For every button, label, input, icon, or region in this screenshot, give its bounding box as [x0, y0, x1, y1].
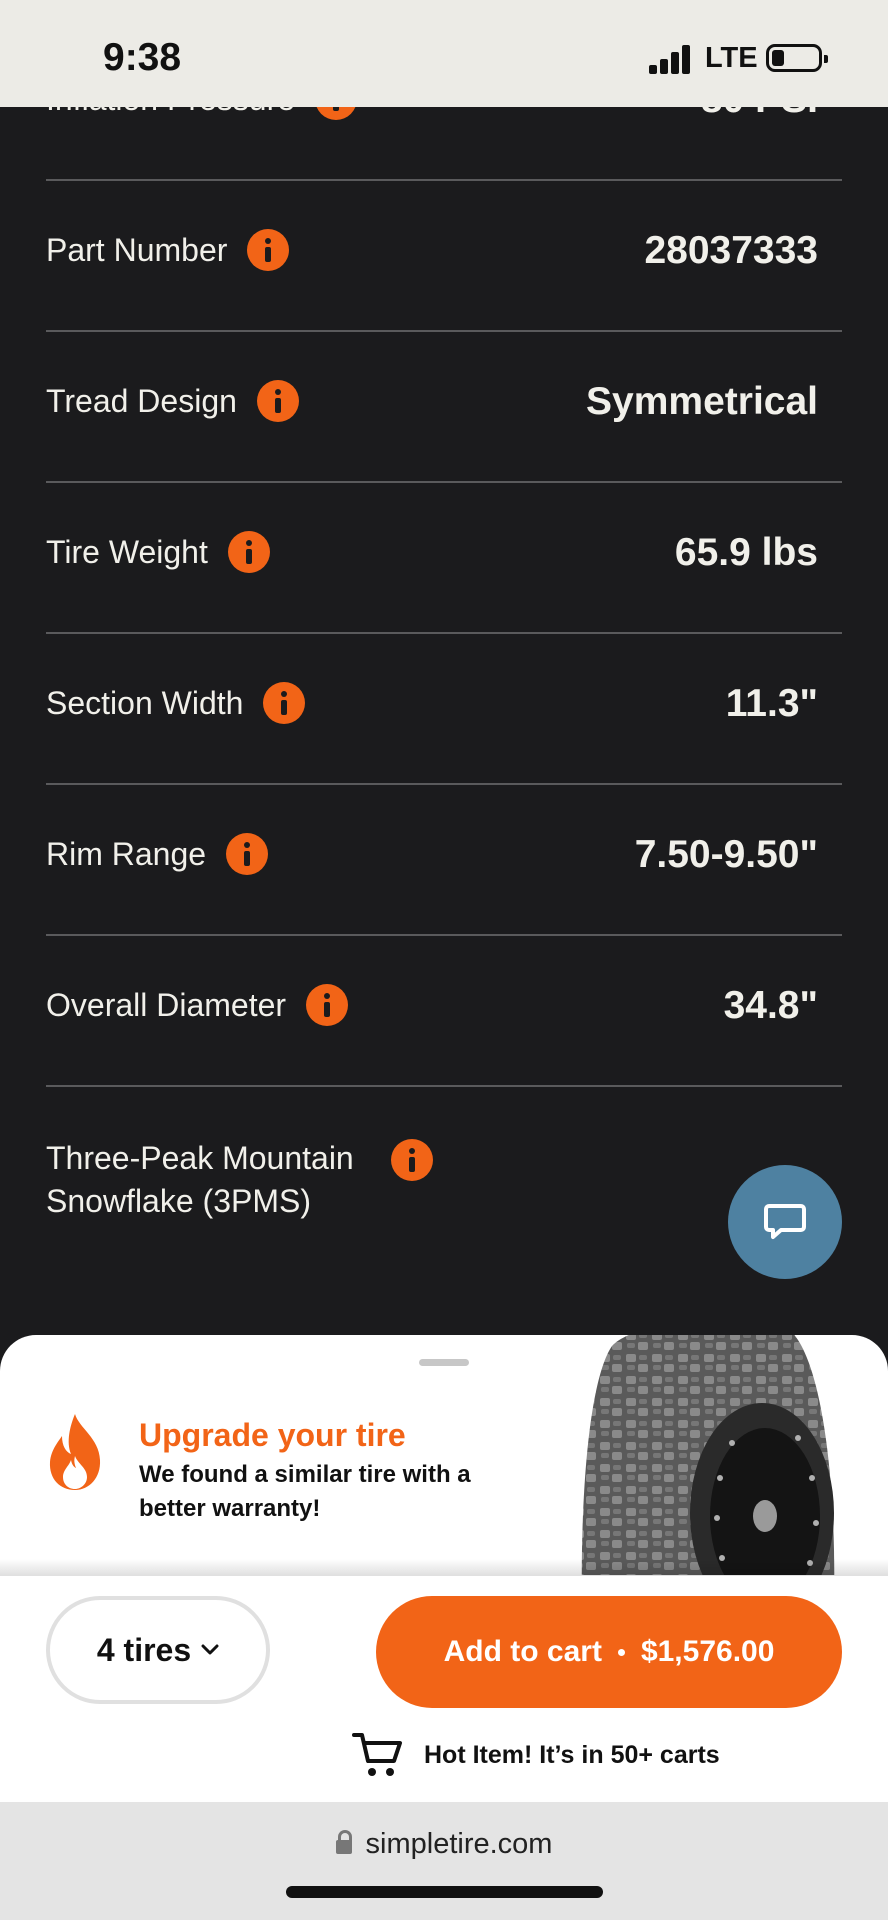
chevron-down-icon — [201, 1644, 219, 1655]
spec-row-3pms: Three-Peak Mountain Snowflake (3PMS) — [46, 1087, 842, 1287]
upgrade-sheet[interactable]: Upgrade your tire We found a similar tir… — [0, 1335, 888, 1575]
quantity-label: 4 tires — [96, 1631, 192, 1668]
sheet-shadow — [0, 1559, 888, 1575]
status-bar: 9:38 LTE — [0, 0, 888, 107]
spec-row-part-number: Part Number 28037333 — [46, 181, 842, 332]
home-indicator[interactable] — [286, 1886, 603, 1898]
spec-row-overall-diameter: Overall Diameter 34.8" — [46, 936, 842, 1087]
spec-value: Symmetrical — [586, 380, 818, 423]
spec-label: Three-Peak Mountain Snowflake (3PMS) — [46, 1140, 354, 1219]
separator-dot — [617, 1648, 625, 1656]
tire-image[interactable] — [572, 1335, 842, 1575]
info-icon[interactable] — [226, 832, 269, 875]
spec-label: Part Number — [46, 228, 290, 274]
info-icon[interactable] — [247, 228, 290, 271]
chat-button[interactable] — [728, 1165, 842, 1279]
address-display[interactable]: simpletire.com — [0, 1828, 888, 1861]
add-to-cart-button[interactable]: Add to cart $1,576.00 — [376, 1596, 842, 1708]
info-icon[interactable] — [256, 379, 299, 422]
spec-value: 34.8" — [723, 984, 818, 1027]
chat-bubble-icon — [764, 1204, 806, 1239]
browser-address-bar[interactable]: simpletire.com — [0, 1802, 888, 1920]
spec-label: Tire Weight — [46, 530, 270, 576]
info-icon[interactable] — [263, 681, 306, 724]
spec-value: 11.3" — [725, 682, 818, 725]
purchase-bar: 4 tires Add to cart $1,576.00 Hot Item! … — [0, 1575, 888, 1803]
spec-row-tread-design: Tread Design Symmetrical — [46, 332, 842, 483]
spec-list: Inflation Pressure 80 PSI Part Number 28… — [46, 30, 842, 1287]
spec-row-tire-weight: Tire Weight 65.9 lbs — [46, 483, 842, 634]
cellular-signal-icon — [649, 44, 691, 74]
domain-text: simpletire.com — [365, 1828, 553, 1860]
spec-label: Tread Design — [46, 379, 299, 425]
lock-icon — [335, 1830, 352, 1854]
info-icon[interactable] — [227, 530, 270, 573]
quantity-selector[interactable]: 4 tires — [46, 1596, 270, 1704]
battery-icon — [766, 44, 828, 72]
spec-value: 65.9 lbs — [674, 531, 818, 574]
hot-item-notice: Hot Item! It’s in 50+ carts — [352, 1731, 720, 1779]
cart-price: $1,576.00 — [640, 1635, 775, 1668]
add-to-cart-label: Add to cart — [443, 1635, 602, 1668]
info-icon[interactable] — [391, 1139, 433, 1181]
hot-item-text: Hot Item! It’s in 50+ carts — [424, 1740, 720, 1769]
spec-label: Rim Range — [46, 832, 269, 878]
spec-row-section-width: Section Width 11.3" — [46, 634, 842, 785]
spec-label: Section Width — [46, 681, 306, 727]
upgrade-subtitle: We found a similar tire with a better wa… — [139, 1461, 471, 1522]
spec-value: 7.50-9.50" — [634, 833, 818, 876]
flame-icon — [49, 1414, 101, 1490]
sheet-drag-handle[interactable] — [419, 1359, 469, 1366]
spec-label: Overall Diameter — [46, 983, 349, 1029]
status-time: 9:38 — [103, 36, 182, 79]
spec-value: 28037333 — [644, 229, 818, 272]
upgrade-title: Upgrade your tire — [139, 1417, 406, 1453]
network-type: LTE — [705, 42, 758, 74]
cart-icon — [352, 1733, 402, 1776]
info-icon[interactable] — [306, 983, 349, 1026]
spec-row-rim-range: Rim Range 7.50-9.50" — [46, 785, 842, 936]
